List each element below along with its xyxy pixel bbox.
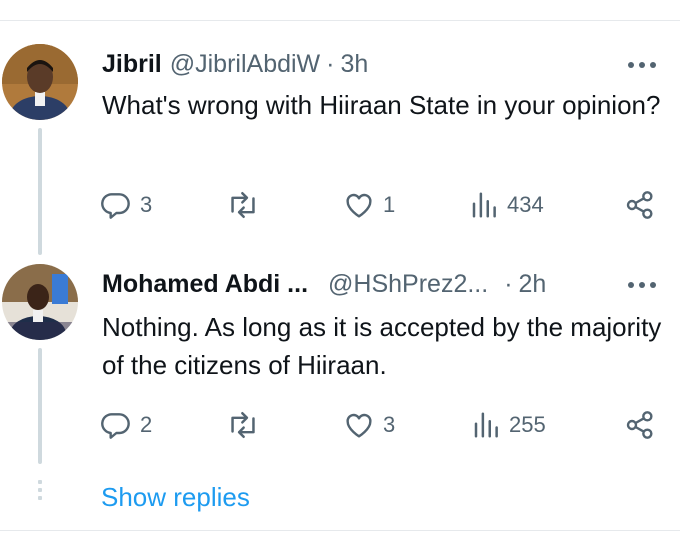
top-divider [0,20,680,21]
views-icon [474,412,498,438]
reply-button[interactable]: 2 [100,405,152,445]
views-button[interactable]: 255 [471,405,546,445]
retweet-icon [231,411,255,439]
tweet-text: Nothing. As long as it is accepted by th… [102,312,662,380]
like-icon [346,193,372,218]
thread-line [38,128,42,255]
views-count: 255 [509,412,546,437]
bottom-divider [0,530,680,531]
tweet-actions: 3 1 434 [100,185,666,225]
share-button[interactable] [624,405,656,445]
more-icon [628,282,656,288]
share-button[interactable] [624,185,656,225]
like-button[interactable]: 3 [343,405,395,445]
show-replies-link[interactable]: Show replies [101,482,250,513]
like-count: 3 [383,412,396,437]
separator-dot: · [326,49,335,78]
avatar-jibril[interactable] [2,44,78,120]
reply-count: 3 [140,192,153,217]
retweet-button[interactable] [226,185,268,225]
author-name[interactable]: Jibril [102,50,162,79]
views-button[interactable]: 434 [469,185,544,225]
more-options-button[interactable] [622,50,662,80]
share-icon [626,411,653,439]
tweet-actions: 2 3 255 [100,405,666,445]
tweet-header: Jibril @JibrilAbdiW · 3h [102,46,368,82]
more-icon [628,62,656,68]
reply-button[interactable]: 3 [100,185,152,225]
retweet-icon [231,191,255,219]
more-options-button[interactable] [622,270,662,300]
share-icon [626,191,653,219]
retweet-button[interactable] [226,405,268,445]
thread-line [38,348,42,464]
author-handle[interactable]: @HShPrez2... [328,270,488,299]
timestamp[interactable]: 3h [340,50,368,79]
reply-icon [101,413,130,439]
like-button[interactable]: 1 [343,185,395,225]
author-handle[interactable]: @JibrilAbdiW [170,50,320,79]
timestamp[interactable]: 2h [519,270,547,299]
tweet-text: What's wrong with Hiiraan State in your … [102,90,661,120]
reply-count: 2 [140,412,153,437]
avatar-mohamed-abdi[interactable] [2,264,78,340]
tweet-header: Mohamed Abdi ... @HShPrez2... · 2h [102,266,546,302]
reply-icon [101,193,130,219]
like-count: 1 [383,192,396,217]
author-name[interactable]: Mohamed Abdi ... [102,270,308,299]
views-count: 434 [507,192,544,217]
separator-dot: · [504,269,513,298]
like-icon [346,413,372,438]
views-icon [472,192,496,218]
thread-dots [38,480,42,504]
